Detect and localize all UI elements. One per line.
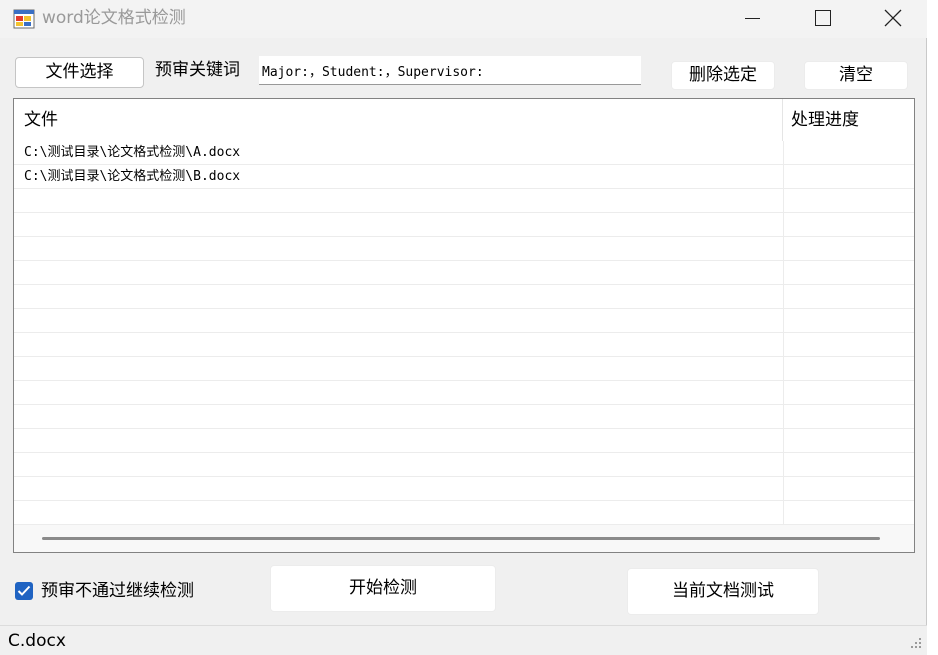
- window-title: word论文格式检测: [42, 8, 186, 28]
- empty-row: [14, 213, 914, 237]
- file-select-button[interactable]: 文件选择: [15, 57, 144, 88]
- file-list[interactable]: 文件 处理进度 C:\测试目录\论文格式检测\A.docx C:\测试目录\论文…: [13, 98, 915, 553]
- empty-row: [14, 477, 914, 501]
- empty-row: [14, 285, 914, 309]
- empty-row: [14, 405, 914, 429]
- empty-row: [14, 501, 914, 525]
- main-window: word论文格式检测 文件选择 预审关键词 删除选定 清空 文件 处理进度 C:…: [0, 0, 927, 655]
- status-text: C.docx: [8, 631, 66, 651]
- start-check-button[interactable]: 开始检测: [270, 565, 496, 612]
- close-button[interactable]: [860, 0, 924, 38]
- resize-grip-icon[interactable]: [907, 636, 923, 652]
- test-current-document-button[interactable]: 当前文档测试: [627, 568, 819, 615]
- table-row[interactable]: C:\测试目录\论文格式检测\A.docx: [14, 141, 914, 165]
- keywords-input[interactable]: [259, 56, 641, 85]
- empty-row: [14, 357, 914, 381]
- clear-button[interactable]: 清空: [804, 61, 908, 90]
- empty-row: [14, 189, 914, 213]
- close-icon: [884, 9, 902, 27]
- minimize-button[interactable]: [720, 0, 784, 38]
- empty-row: [14, 429, 914, 453]
- row-file-path: C:\测试目录\论文格式检测\A.docx: [24, 145, 241, 160]
- empty-row: [14, 381, 914, 405]
- column-header-file[interactable]: 文件: [14, 99, 783, 141]
- empty-row: [14, 237, 914, 261]
- empty-row: [14, 453, 914, 477]
- table-row[interactable]: C:\测试目录\论文格式检测\B.docx: [14, 165, 914, 189]
- column-header-progress[interactable]: 处理进度: [783, 99, 914, 141]
- empty-row: [14, 309, 914, 333]
- continue-on-fail-label[interactable]: 预审不通过继续检测: [41, 580, 194, 602]
- empty-row: [14, 261, 914, 285]
- app-icon: [13, 9, 35, 29]
- list-rows: C:\测试目录\论文格式检测\A.docx C:\测试目录\论文格式检测\B.d…: [14, 141, 914, 525]
- horizontal-scrollbar[interactable]: [14, 525, 914, 552]
- continue-on-fail-checkbox[interactable]: [15, 582, 33, 600]
- empty-row: [14, 333, 914, 357]
- maximize-button[interactable]: [790, 0, 854, 38]
- status-bar: C.docx: [0, 625, 927, 655]
- check-icon: [17, 585, 31, 596]
- prereview-keywords-label: 预审关键词: [155, 60, 240, 80]
- delete-selected-button[interactable]: 删除选定: [671, 61, 775, 90]
- scrollbar-thumb[interactable]: [42, 537, 880, 540]
- title-bar[interactable]: word论文格式检测: [0, 0, 927, 38]
- row-file-path: C:\测试目录\论文格式检测\B.docx: [24, 169, 241, 184]
